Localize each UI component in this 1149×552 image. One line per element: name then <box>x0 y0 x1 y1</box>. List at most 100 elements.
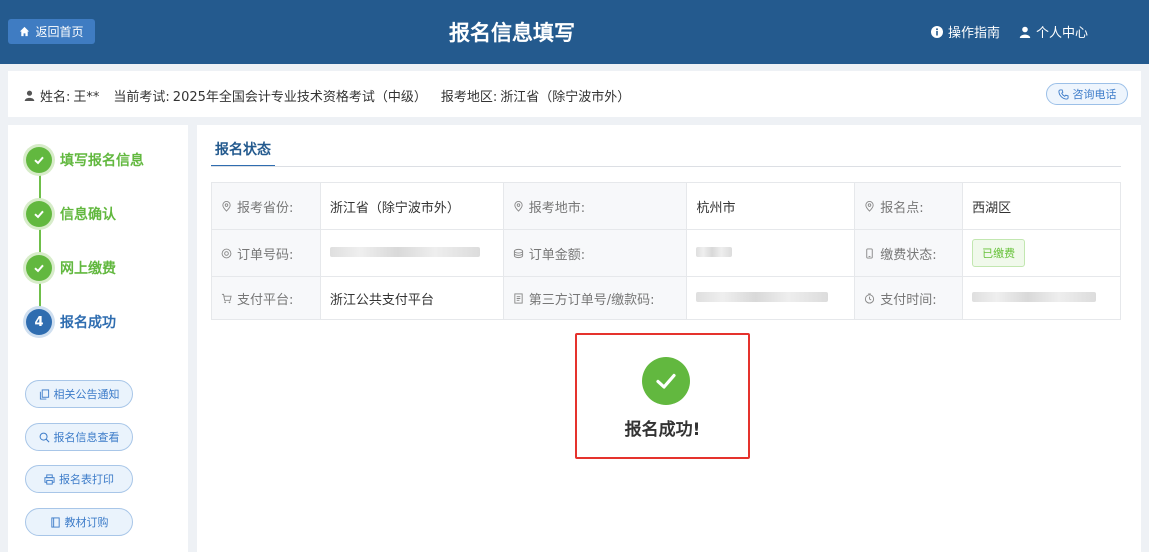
printer-icon <box>44 473 55 485</box>
cart-icon <box>221 293 232 303</box>
check-icon <box>34 156 44 165</box>
location-icon <box>865 200 874 212</box>
location-icon <box>222 200 231 212</box>
notice-button-label: 相关公告通知 <box>53 388 120 401</box>
third-party-order-value <box>686 276 856 320</box>
success-highlight-box: 报名成功! <box>575 333 750 459</box>
redacted-value <box>696 246 733 257</box>
city-value: 杭州市 <box>686 182 856 230</box>
table-label-cell: 报名点: <box>854 182 964 230</box>
document-icon <box>514 292 523 304</box>
profile-link[interactable]: 个人中心 <box>1019 22 1088 41</box>
order-amount-value <box>686 229 856 277</box>
region-value: 浙江省（除宁波市外） <box>500 90 631 105</box>
phone-icon <box>1057 88 1069 100</box>
step-done-indicator <box>26 255 52 281</box>
province-label: 报考省份: <box>237 200 294 216</box>
check-icon <box>34 264 44 273</box>
site-label: 报名点: <box>880 200 924 216</box>
search-icon <box>39 432 49 442</box>
success-message: 报名成功! <box>624 420 701 440</box>
step-done-indicator <box>26 201 52 227</box>
consult-phone-button[interactable]: 咨询电话 <box>1046 83 1128 105</box>
consult-phone-label: 咨询电话 <box>1072 88 1117 101</box>
step-label: 信息确认 <box>60 207 116 223</box>
top-header: 返回首页 报名信息填写 操作指南 个人中心 <box>0 0 1149 64</box>
copy-icon <box>39 388 49 400</box>
check-icon <box>34 210 44 219</box>
exam-value: 2025年全国会计专业技术资格考试（中级） <box>172 90 427 105</box>
redacted-value <box>696 291 829 302</box>
candidate-info: 姓名: 王** 当前考试: 2025年全国会计专业技术资格考试（中级） 报考地区… <box>24 86 630 105</box>
tab-registration-status[interactable]: 报名状态 <box>211 138 275 167</box>
table-label-cell: 报考地市: <box>502 182 688 230</box>
profile-link-label: 个人中心 <box>1036 26 1089 41</box>
table-row: 订单号码: 订单金额: 缴费状态: 已缴费 <box>211 229 1121 277</box>
table-label-cell: 订单号码: <box>211 229 321 277</box>
pay-platform-value: 浙江公共支付平台 <box>319 276 504 320</box>
clock-icon <box>865 292 875 304</box>
name-label: 姓名: <box>40 90 71 105</box>
redacted-value <box>972 291 1097 302</box>
location-icon <box>514 200 523 212</box>
site-value: 西湖区 <box>962 182 1121 230</box>
guide-link-label: 操作指南 <box>948 26 1001 41</box>
region-label: 报考地区: <box>440 90 498 105</box>
textbook-order-button[interactable]: 教材订购 <box>25 508 133 536</box>
step-connector <box>39 173 41 201</box>
table-label-cell: 支付时间: <box>854 276 964 320</box>
table-label-cell: 订单金额: <box>502 229 688 277</box>
success-check-icon <box>642 357 690 405</box>
step-label: 填写报名信息 <box>60 153 144 169</box>
exam-label: 当前考试: <box>113 90 170 105</box>
order-amount-label: 订单金额: <box>528 247 586 263</box>
order-number-value <box>319 229 504 277</box>
pay-time-value <box>962 276 1121 320</box>
step-confirm: 信息确认 <box>26 201 116 227</box>
table-row: 报考省份: 浙江省（除宁波市外） 报考地市: 杭州市 报名点: 西湖区 <box>211 182 1121 230</box>
sidebar: 填写报名信息 信息确认 网上缴费 4 报名成功 相关公告通知 报名信息查看 报名… <box>8 125 188 552</box>
book-icon <box>50 516 60 528</box>
step-label: 报名成功 <box>60 315 116 331</box>
print-form-label: 报名表打印 <box>59 473 114 486</box>
step-number: 4 <box>26 309 52 335</box>
page-title: 报名信息填写 <box>449 21 575 45</box>
guide-link[interactable]: 操作指南 <box>931 22 1000 41</box>
step-payment: 网上缴费 <box>26 255 116 281</box>
payment-status-label: 缴费状态: <box>880 247 937 263</box>
registration-info-table: 报考省份: 浙江省（除宁波市外） 报考地市: 杭州市 报名点: 西湖区 订单号码… <box>211 182 1121 320</box>
order-number-label: 订单号码: <box>237 247 294 263</box>
province-value: 浙江省（除宁波市外） <box>319 182 504 230</box>
user-icon <box>24 90 35 101</box>
candidate-info-bar: 姓名: 王** 当前考试: 2025年全国会计专业技术资格考试（中级） 报考地区… <box>8 71 1141 117</box>
textbook-order-label: 教材订购 <box>64 516 109 529</box>
third-party-order-label: 第三方订单号/缴款码: <box>528 292 655 308</box>
order-icon <box>221 248 232 258</box>
redacted-value <box>329 246 480 257</box>
phone-icon <box>866 247 873 259</box>
payment-status-cell: 已缴费 <box>962 229 1121 277</box>
pay-time-label: 支付时间: <box>880 292 937 308</box>
main-panel: 报名状态 报考省份: 浙江省（除宁波市外） 报考地市: 杭州市 报名点: 西湖区… <box>197 125 1141 552</box>
coins-icon <box>513 248 523 258</box>
info-icon <box>931 25 943 38</box>
city-label: 报考地市: <box>528 200 586 216</box>
pay-platform-label: 支付平台: <box>237 292 294 308</box>
table-label-cell: 第三方订单号/缴款码: <box>502 276 688 320</box>
step-success: 4 报名成功 <box>26 309 116 335</box>
print-form-button[interactable]: 报名表打印 <box>25 465 133 493</box>
step-fill-info: 填写报名信息 <box>26 147 144 173</box>
step-connector <box>39 227 41 255</box>
notice-button[interactable]: 相关公告通知 <box>25 380 133 408</box>
table-label-cell: 缴费状态: <box>854 229 964 277</box>
view-registration-button[interactable]: 报名信息查看 <box>25 423 133 451</box>
step-label: 网上缴费 <box>60 261 116 277</box>
table-label-cell: 支付平台: <box>211 276 321 320</box>
user-icon <box>1019 26 1031 38</box>
view-registration-label: 报名信息查看 <box>53 431 120 444</box>
table-label-cell: 报考省份: <box>211 182 321 230</box>
name-value: 王** <box>73 90 100 105</box>
step-connector <box>39 281 41 309</box>
table-row: 支付平台: 浙江公共支付平台 第三方订单号/缴款码: 支付时间: <box>211 276 1121 320</box>
payment-status-badge: 已缴费 <box>972 239 1026 267</box>
